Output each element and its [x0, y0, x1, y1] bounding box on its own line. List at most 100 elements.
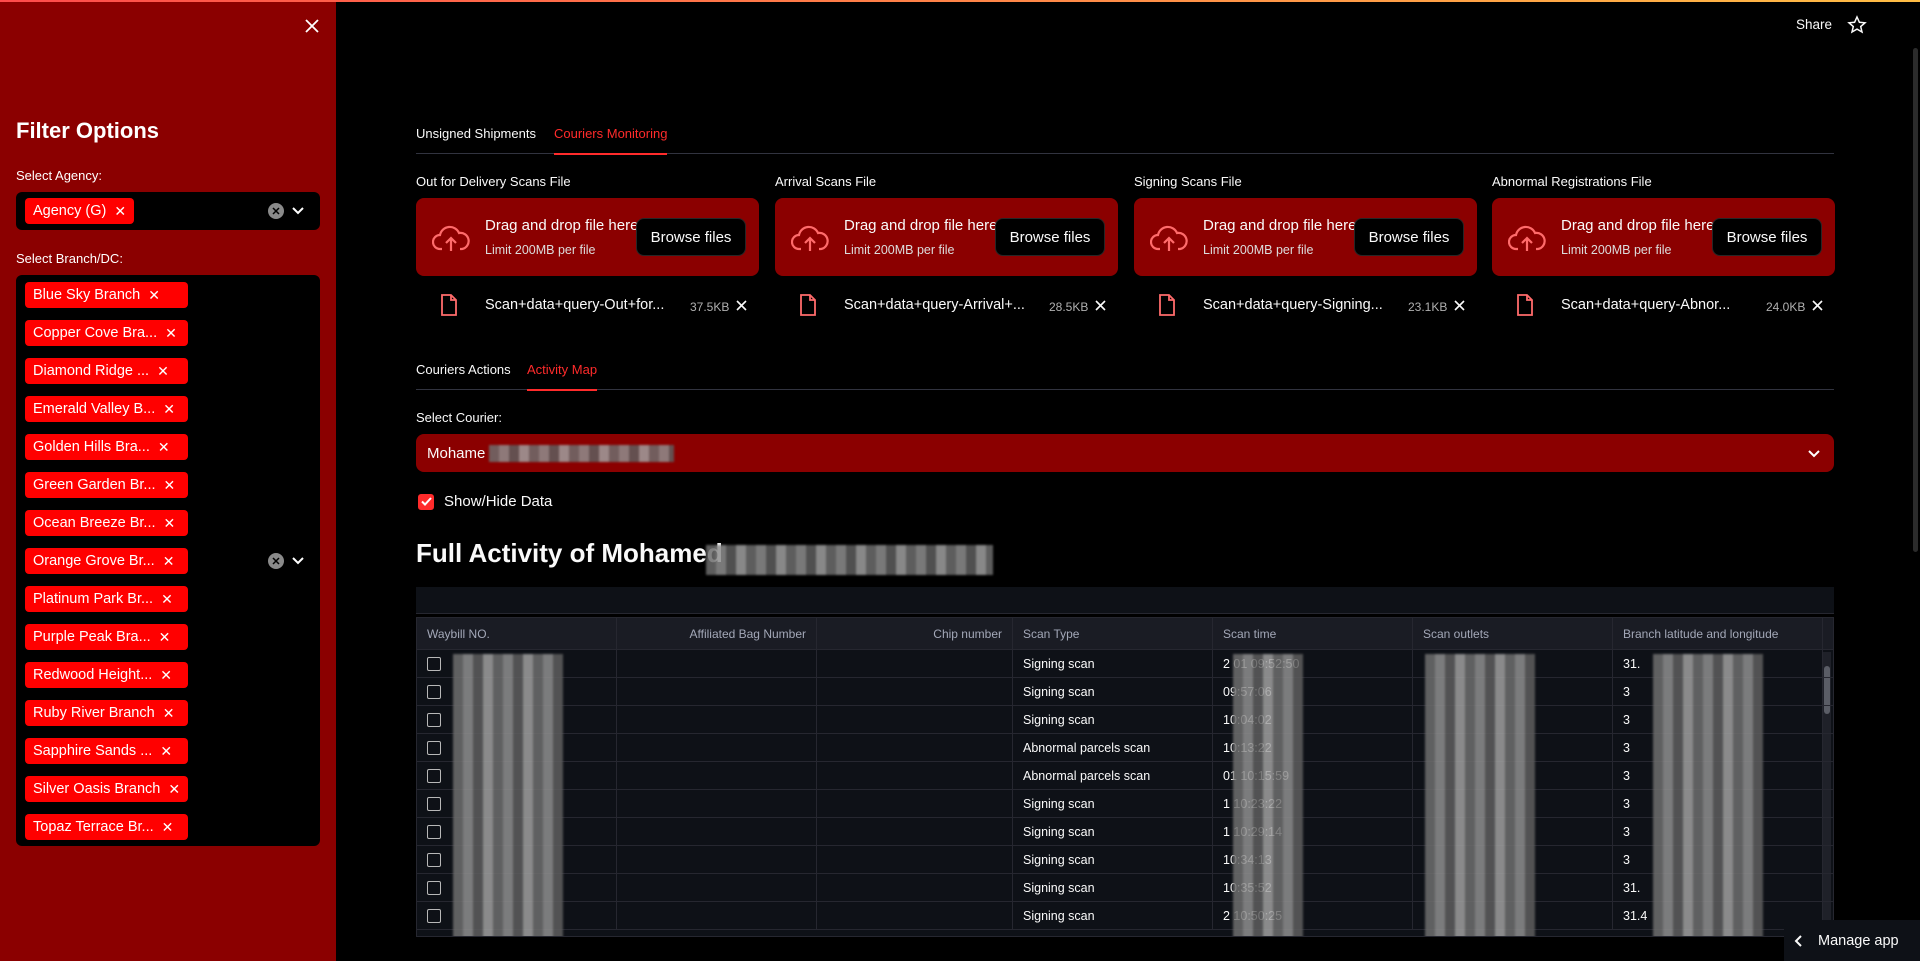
dropzone[interactable]: Drag and drop file here Limit 200MB per f…: [1134, 198, 1477, 276]
chip-label: Purple Peak Bra...: [33, 629, 151, 645]
row-checkbox[interactable]: [427, 908, 441, 923]
row-checkbox[interactable]: [427, 824, 441, 839]
branch-chip[interactable]: Diamond Ridge ... ✕: [25, 358, 189, 384]
dropzone[interactable]: Drag and drop file here Limit 200MB per f…: [1492, 198, 1835, 276]
dropzone-limit: Limit 200MB per file: [485, 243, 596, 257]
row-checkbox[interactable]: [427, 852, 441, 867]
table-row[interactable]: Signing scan2 01 09:52:5031.: [417, 650, 1833, 678]
remove-file-button[interactable]: [1450, 296, 1468, 314]
branch-chip[interactable]: Copper Cove Bra... ✕: [25, 320, 189, 346]
courier-select[interactable]: Mohame: [416, 434, 1834, 472]
remove-file-button[interactable]: [1808, 296, 1826, 314]
column-header[interactable]: Chip number: [817, 618, 1013, 649]
remove-chip-icon[interactable]: ✕: [157, 364, 169, 378]
row-checkbox[interactable]: [427, 712, 441, 727]
browse-files-button[interactable]: Browse files: [1354, 218, 1464, 256]
branch-multiselect[interactable]: Blue Sky Branch ✕ Copper Cove Bra... ✕ Diamo…: [16, 275, 320, 846]
remove-chip-icon[interactable]: ✕: [163, 554, 175, 568]
remove-chip-icon[interactable]: ✕: [163, 706, 175, 720]
row-checkbox[interactable]: [427, 768, 441, 783]
branch-chip[interactable]: Platinum Park Br... ✕: [25, 586, 189, 612]
bag-number-cell: [617, 706, 817, 733]
branch-chip[interactable]: Sapphire Sands ... ✕: [25, 738, 189, 764]
table-row[interactable]: Abnormal parcels scan10:13:223: [417, 734, 1833, 762]
bag-number-cell: [617, 678, 817, 705]
bag-number-cell: [617, 650, 817, 677]
remove-chip-icon[interactable]: ✕: [148, 288, 160, 302]
show-hide-label: Show/Hide Data: [444, 493, 553, 510]
remove-chip-icon[interactable]: ✕: [165, 326, 177, 340]
clear-all-icon[interactable]: [268, 203, 284, 219]
close-sidebar-button[interactable]: [300, 14, 324, 38]
cloud-upload-icon: [432, 225, 470, 251]
browse-files-button[interactable]: Browse files: [995, 218, 1105, 256]
page-scrollbar[interactable]: [1913, 48, 1918, 552]
table-row[interactable]: Signing scan10:34:133: [417, 846, 1833, 874]
remove-chip-icon[interactable]: ✕: [162, 820, 174, 834]
remove-chip-icon[interactable]: ✕: [160, 668, 172, 682]
branch-chip[interactable]: Purple Peak Bra... ✕: [25, 624, 189, 650]
branch-chip[interactable]: Topaz Terrace Br... ✕: [25, 814, 189, 840]
branch-chip[interactable]: Orange Grove Br... ✕: [25, 548, 189, 574]
table-row[interactable]: Signing scan2 10:50:2531.4: [417, 902, 1833, 930]
row-checkbox[interactable]: [427, 880, 441, 895]
remove-chip-icon[interactable]: ✕: [160, 744, 172, 758]
agency-multiselect[interactable]: Agency (G) ✕: [16, 192, 320, 230]
dropzone[interactable]: Drag and drop file here Limit 200MB per f…: [775, 198, 1118, 276]
table-row[interactable]: Signing scan10:35:5231.: [417, 874, 1833, 902]
column-header[interactable]: Affiliated Bag Number: [617, 618, 817, 649]
remove-chip-icon[interactable]: ✕: [168, 782, 180, 796]
column-header[interactable]: Waybill NO.: [417, 618, 617, 649]
chevron-down-icon[interactable]: [290, 203, 306, 219]
show-hide-checkbox[interactable]: [418, 493, 434, 510]
branch-chip[interactable]: Ocean Breeze Br... ✕: [25, 510, 189, 536]
branch-chip[interactable]: Redwood Height... ✕: [25, 662, 189, 688]
share-button[interactable]: Share: [1796, 17, 1832, 32]
branch-chip[interactable]: Green Garden Br... ✕: [25, 472, 189, 498]
remove-chip-icon[interactable]: ✕: [164, 516, 176, 530]
show-hide-checkbox-row[interactable]: Show/Hide Data: [418, 493, 552, 510]
remove-chip-icon[interactable]: ✕: [159, 630, 171, 644]
remove-chip-icon[interactable]: ✕: [114, 204, 126, 218]
branch-chip[interactable]: Emerald Valley B... ✕: [25, 396, 189, 422]
table-row[interactable]: Signing scan10:04:023: [417, 706, 1833, 734]
column-header[interactable]: Scan outlets: [1413, 618, 1613, 649]
agency-chip[interactable]: Agency (G) ✕: [25, 198, 135, 224]
row-checkbox[interactable]: [427, 684, 441, 699]
clear-all-icon[interactable]: [268, 553, 284, 569]
remove-chip-icon[interactable]: ✕: [164, 478, 176, 492]
activity-table[interactable]: Waybill NO. Affiliated Bag Number Chip num…: [416, 617, 1834, 937]
branch-chip[interactable]: Silver Oasis Branch ✕: [25, 776, 189, 802]
table-row[interactable]: Signing scan09:57:063: [417, 678, 1833, 706]
manage-app-button[interactable]: Manage app: [1784, 920, 1920, 961]
row-checkbox[interactable]: [427, 656, 441, 671]
chevron-down-icon[interactable]: [290, 553, 306, 569]
remove-chip-icon[interactable]: ✕: [158, 440, 170, 454]
column-header[interactable]: Branch latitude and longitude: [1613, 618, 1823, 649]
branch-chip[interactable]: Golden Hills Bra... ✕: [25, 434, 189, 460]
remove-chip-icon[interactable]: ✕: [161, 592, 173, 606]
redacted-blur: [1653, 654, 1763, 936]
table-row[interactable]: Signing scan1 10:29:143: [417, 818, 1833, 846]
tab-activity-map[interactable]: Activity Map: [527, 362, 598, 391]
star-icon[interactable]: [1847, 15, 1867, 35]
branch-chip[interactable]: Ruby River Branch ✕: [25, 700, 189, 726]
remove-file-button[interactable]: [1091, 296, 1109, 314]
column-header[interactable]: Scan Type: [1013, 618, 1213, 649]
table-row[interactable]: Signing scan1 10:23:223: [417, 790, 1833, 818]
remove-chip-icon[interactable]: ✕: [163, 402, 175, 416]
row-checkbox[interactable]: [427, 740, 441, 755]
column-header[interactable]: Scan time: [1213, 618, 1413, 649]
uploader-label: Out for Delivery Scans File: [416, 174, 571, 189]
row-checkbox[interactable]: [427, 796, 441, 811]
browse-files-button[interactable]: Browse files: [636, 218, 746, 256]
uploaded-file: Scan+data+query-Out+for... 37.5KB: [416, 276, 759, 336]
tab-unsigned-shipments[interactable]: Unsigned Shipments: [416, 126, 536, 153]
browse-files-button[interactable]: Browse files: [1712, 218, 1822, 256]
remove-file-button[interactable]: [732, 296, 750, 314]
tab-couriers-actions[interactable]: Couriers Actions: [416, 362, 511, 389]
table-row[interactable]: Abnormal parcels scan01 10:15:593: [417, 762, 1833, 790]
branch-chip[interactable]: Blue Sky Branch ✕: [25, 282, 189, 308]
dropzone[interactable]: Drag and drop file here Limit 200MB per f…: [416, 198, 759, 276]
tab-couriers-monitoring[interactable]: Couriers Monitoring: [554, 126, 668, 155]
